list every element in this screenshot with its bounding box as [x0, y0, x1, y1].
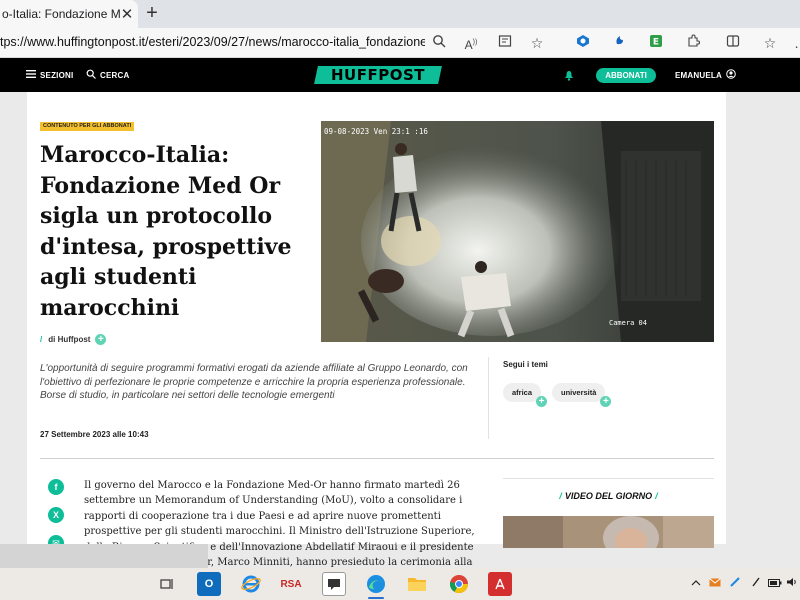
sections-label: SEZIONI — [40, 70, 74, 80]
user-menu[interactable]: EMANUELA — [675, 58, 736, 92]
favorites-icon[interactable]: ☆ — [761, 34, 779, 52]
notifications-bell-icon[interactable] — [564, 58, 574, 92]
hero-timestamp: 09-08-2023 Ven 23:1 :16 — [324, 127, 428, 136]
rsa-app-icon[interactable]: RSA — [279, 572, 303, 596]
article-date: 27 Settembre 2023 alle 10:43 — [40, 430, 149, 439]
tab-title: o-Italia: Fondazione Med — [2, 7, 120, 21]
tab-bar: o-Italia: Fondazione Med ✕ + — [0, 0, 800, 28]
video-thumbnail[interactable] — [503, 516, 714, 548]
article-summary: L'opportunità di seguire programmi forma… — [40, 363, 468, 402]
subscriber-badge: CONTENUTO PER GLI ABBONATI — [40, 122, 135, 131]
user-avatar-icon — [726, 69, 736, 81]
svg-text:E: E — [653, 38, 659, 48]
outlook-icon[interactable]: O — [197, 572, 221, 596]
acrobat-reader-icon[interactable] — [488, 572, 512, 596]
more-icon[interactable]: … — [792, 34, 800, 52]
logo-text: HUFFPOST — [330, 66, 425, 84]
extensions-icon[interactable] — [684, 34, 702, 52]
topic-tag-universita[interactable]: università + — [552, 383, 612, 407]
browser-tab[interactable]: o-Italia: Fondazione Med ✕ — [0, 0, 138, 28]
author-name[interactable]: di Huffpost — [48, 335, 90, 344]
user-name: EMANUELA — [675, 70, 722, 80]
reader-view-icon[interactable] — [496, 34, 514, 52]
summary-divider — [488, 357, 489, 439]
hamburger-icon — [26, 70, 36, 80]
pen-secondary-icon[interactable] — [748, 576, 764, 591]
favorite-star-icon[interactable]: ☆ — [528, 34, 546, 52]
chrome-icon[interactable] — [447, 572, 471, 596]
site-search-icon — [86, 69, 96, 81]
share-facebook-icon[interactable]: f — [48, 479, 64, 495]
search-button[interactable]: CERCA — [86, 58, 129, 92]
taskbar: O RSA — [0, 568, 800, 600]
article-hero-image[interactable]: 09-08-2023 Ven 23:1 :16 Camera 04 — [321, 121, 714, 342]
hero-camera-label: Camera 04 — [609, 319, 647, 327]
search-icon[interactable] — [430, 34, 448, 52]
internet-explorer-icon[interactable] — [239, 572, 263, 596]
sidebar-divider — [503, 478, 714, 479]
topic-tag-africa[interactable]: africa + — [503, 383, 548, 407]
edge-active-indicator — [368, 597, 384, 599]
site-header: SEZIONI CERCA HUFFPOST EMANUELA — [0, 58, 800, 92]
read-aloud-icon[interactable]: A)) — [462, 34, 480, 52]
topic-label: africa — [512, 388, 533, 397]
url-field[interactable]: tps://www.huffingtonpost.it/esteri/2023/… — [0, 35, 425, 49]
section-divider — [40, 458, 714, 459]
video-title-slash-right: / — [655, 491, 658, 501]
chevron-up-icon[interactable] — [688, 576, 704, 590]
huffpost-logo[interactable]: HUFFPOST — [314, 66, 442, 84]
file-explorer-icon[interactable] — [405, 572, 429, 596]
search-label: CERCA — [100, 70, 130, 80]
split-screen-icon[interactable] — [724, 34, 742, 52]
video-of-the-day-title: / VIDEO DEL GIORNO / — [503, 491, 714, 501]
url-text: www.huffingtonpost.it/esteri/2023/09/27/… — [27, 35, 425, 49]
byline-slash: / — [40, 335, 43, 344]
article-title: Marocco-Italia: Fondazione Med Or sigla … — [40, 142, 292, 321]
sections-menu-button[interactable]: SEZIONI — [26, 58, 73, 92]
follow-topic-plus-icon[interactable]: + — [536, 396, 548, 407]
new-tab-button[interactable]: + — [141, 2, 163, 24]
video-title-slash-left: / — [559, 491, 562, 501]
share-x-icon[interactable]: X — [48, 507, 64, 523]
extension-3-icon[interactable]: E — [647, 34, 665, 52]
url-prefix: tps:// — [0, 35, 28, 49]
mail-icon[interactable] — [707, 576, 723, 590]
extension-2-icon[interactable] — [611, 34, 629, 52]
video-title-text: VIDEO DEL GIORNO — [564, 491, 653, 501]
topics-title: Segui i temi — [503, 360, 548, 369]
window-gap — [0, 544, 208, 568]
edge-browser-icon[interactable] — [364, 572, 388, 596]
byline: / di Huffpost + — [40, 334, 107, 345]
chat-app-icon[interactable] — [322, 572, 346, 596]
task-view-icon[interactable] — [155, 572, 179, 596]
battery-icon[interactable] — [767, 576, 783, 590]
extension-1-icon[interactable] — [574, 34, 592, 52]
pen-icon[interactable] — [727, 576, 743, 591]
topic-label: università — [561, 388, 597, 397]
close-tab-icon[interactable]: ✕ — [120, 5, 134, 23]
follow-author-plus-icon[interactable]: + — [95, 334, 107, 345]
subscribe-button[interactable]: ABBONATI — [596, 68, 656, 83]
volume-icon[interactable] — [784, 576, 800, 590]
address-bar: tps://www.huffingtonpost.it/esteri/2023/… — [0, 28, 800, 58]
